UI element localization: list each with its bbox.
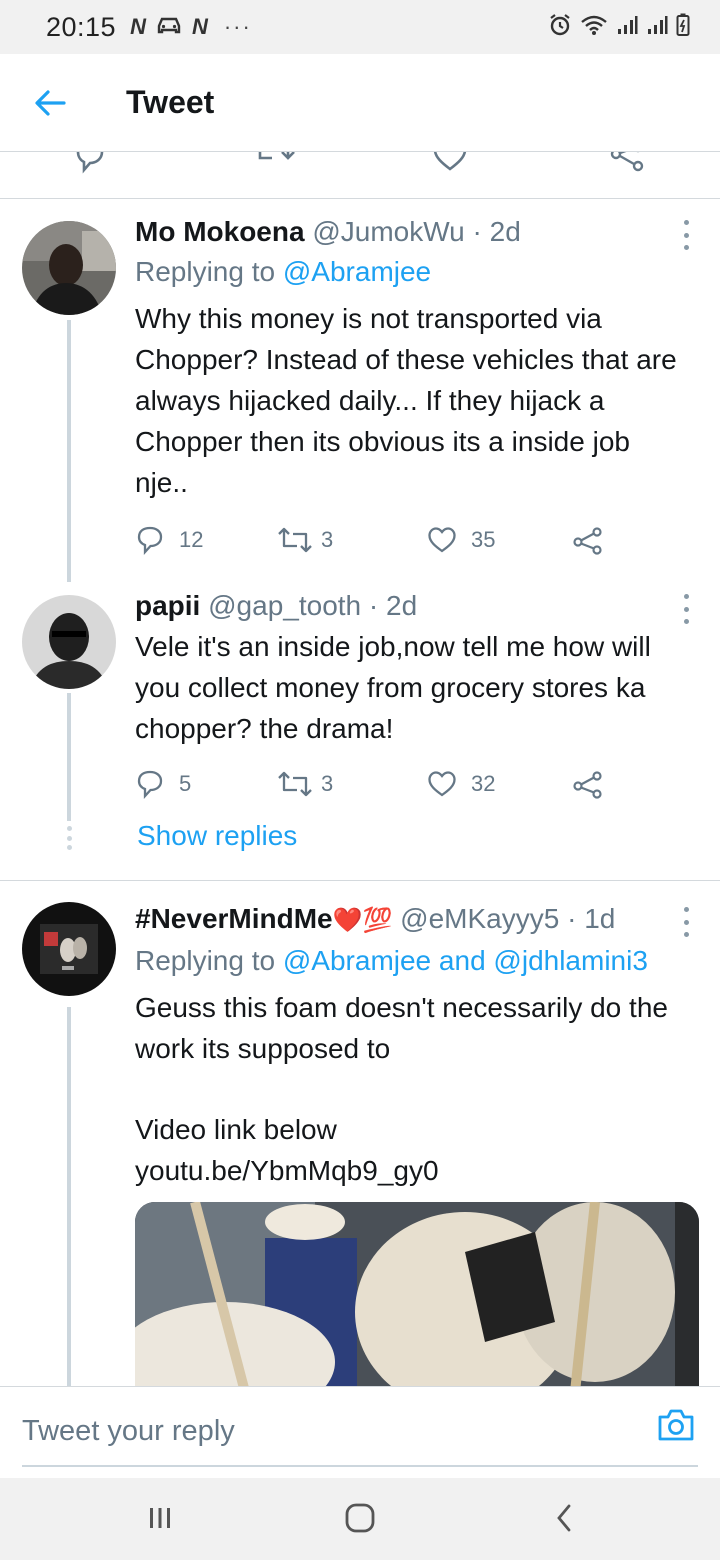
like-button[interactable]: 32	[427, 764, 495, 804]
alarm-icon	[548, 13, 572, 42]
top-app-bar: Tweet	[0, 54, 720, 152]
reply-tweet[interactable]: papii @gap_tooth · 2d Vele it's an insid…	[0, 580, 720, 880]
mention-link[interactable]: @Abramjee	[283, 945, 431, 976]
back-arrow-icon	[35, 89, 66, 116]
more-options-button[interactable]	[680, 220, 692, 250]
replying-to-label: Replying to	[135, 256, 276, 287]
recent-apps-button[interactable]	[140, 1498, 180, 1538]
separator-dot: ·	[464, 216, 490, 247]
status-system-icons	[548, 13, 690, 42]
author-handle[interactable]: @gap_tooth	[208, 590, 361, 621]
replying-to: Replying to @Abramjee	[135, 252, 690, 292]
separator-dot: ·	[559, 903, 585, 934]
main-tweet-actions	[0, 152, 720, 199]
retweet-button[interactable]: 3	[277, 520, 333, 560]
wifi-icon	[580, 14, 608, 41]
reply-icon	[137, 770, 163, 799]
back-nav-icon	[557, 1504, 571, 1532]
reply-count: 12	[179, 527, 204, 552]
status-notification-icons: N N ···	[130, 14, 252, 40]
tweet-time: 1d	[584, 903, 616, 934]
reply-count: 5	[179, 771, 192, 796]
author-name[interactable]: Mo Mokoena	[135, 216, 305, 247]
mention-link[interactable]: @jdhlamini3	[493, 945, 648, 976]
n-notification-icon: N	[130, 14, 146, 39]
status-time: 20:15	[46, 11, 117, 42]
car-icon	[156, 15, 182, 40]
like-icon	[428, 771, 456, 797]
like-icon	[428, 527, 456, 553]
share-icon[interactable]	[610, 152, 646, 174]
mention-link[interactable]: @Abramjee	[283, 256, 431, 287]
like-count: 35	[471, 527, 496, 552]
reply-icon	[137, 526, 163, 555]
video-preview[interactable]	[135, 1202, 699, 1392]
page-title: Tweet	[126, 84, 215, 120]
show-replies-link[interactable]: Show replies	[137, 820, 297, 852]
tweet-actions: 5 3 32	[135, 764, 605, 804]
n-notification-icon: N	[191, 14, 208, 39]
home-icon	[345, 1503, 375, 1533]
reply-tweet[interactable]: Mo Mokoena @JumokWu · 2d Replying to @Ab…	[0, 200, 720, 582]
like-icon[interactable]	[432, 152, 468, 174]
author-handle[interactable]: @eMKayyy5	[400, 903, 559, 934]
reply-button[interactable]: 12	[135, 520, 203, 560]
share-icon	[573, 771, 602, 799]
status-bar: 20:15 N N ···	[0, 0, 720, 54]
retweet-count: 3	[321, 771, 334, 796]
battery-icon	[676, 13, 690, 42]
retweet-icon	[278, 771, 312, 797]
tweet-text: Video link below	[135, 1114, 337, 1145]
reply-button[interactable]: 5	[135, 764, 191, 804]
reply-icon[interactable]	[72, 152, 108, 174]
replying-to: Replying to @Abramjee and @jdhlamini3	[135, 941, 690, 981]
author-handle[interactable]: @JumokWu	[312, 216, 464, 247]
avatar[interactable]	[22, 902, 116, 996]
thread-line	[67, 693, 71, 821]
retweet-count: 3	[321, 527, 334, 552]
like-button[interactable]: 35	[427, 520, 495, 560]
retweet-icon[interactable]	[256, 152, 296, 174]
thread-line	[67, 1007, 71, 1387]
reply-input[interactable]: Tweet your reply	[22, 1409, 698, 1467]
tweet-text: Geuss this foam doesn't necessarily do t…	[135, 992, 668, 1064]
tweet-time: 2d	[386, 590, 418, 621]
recent-apps-icon	[150, 1508, 170, 1528]
replying-and[interactable]: and	[439, 945, 486, 976]
thread-line	[67, 320, 71, 582]
more-notifications-icon: ···	[223, 14, 252, 39]
replying-to-label: Replying to	[135, 945, 276, 976]
tweet-time: 2d	[489, 216, 521, 247]
signal-icon	[616, 14, 638, 41]
home-button[interactable]	[340, 1498, 380, 1538]
camera-icon	[658, 1409, 694, 1441]
tweet-text: Why this money is not transported via Ch…	[135, 303, 677, 498]
author-name[interactable]: #NeverMindMe	[135, 903, 333, 934]
more-options-button[interactable]	[680, 594, 692, 624]
author-name[interactable]: papii	[135, 590, 200, 621]
camera-button[interactable]	[656, 1407, 696, 1448]
signal-icon	[646, 14, 668, 41]
avatar[interactable]	[22, 221, 116, 315]
url-link[interactable]: youtu.be/YbmMqb9_gy0	[135, 1150, 690, 1191]
more-options-button[interactable]	[680, 907, 692, 937]
back-nav-button[interactable]	[544, 1498, 584, 1538]
like-count: 32	[471, 771, 496, 796]
back-button[interactable]	[0, 54, 100, 152]
share-button[interactable]	[573, 520, 603, 560]
share-icon	[573, 527, 602, 555]
separator-dot: ·	[361, 590, 387, 621]
thread-continuation-dots	[66, 826, 72, 850]
tweet-actions: 12 3 35	[135, 520, 605, 560]
tweet-text: Vele it's an inside job,now tell me how …	[135, 631, 651, 744]
heart-hundred-emoji: ❤️💯	[332, 907, 393, 934]
share-button[interactable]	[573, 764, 603, 804]
retweet-icon	[278, 527, 312, 553]
retweet-button[interactable]: 3	[277, 764, 333, 804]
system-navigation-bar	[0, 1478, 720, 1560]
reply-composer-bar: Tweet your reply	[0, 1386, 720, 1478]
avatar[interactable]	[22, 595, 116, 689]
